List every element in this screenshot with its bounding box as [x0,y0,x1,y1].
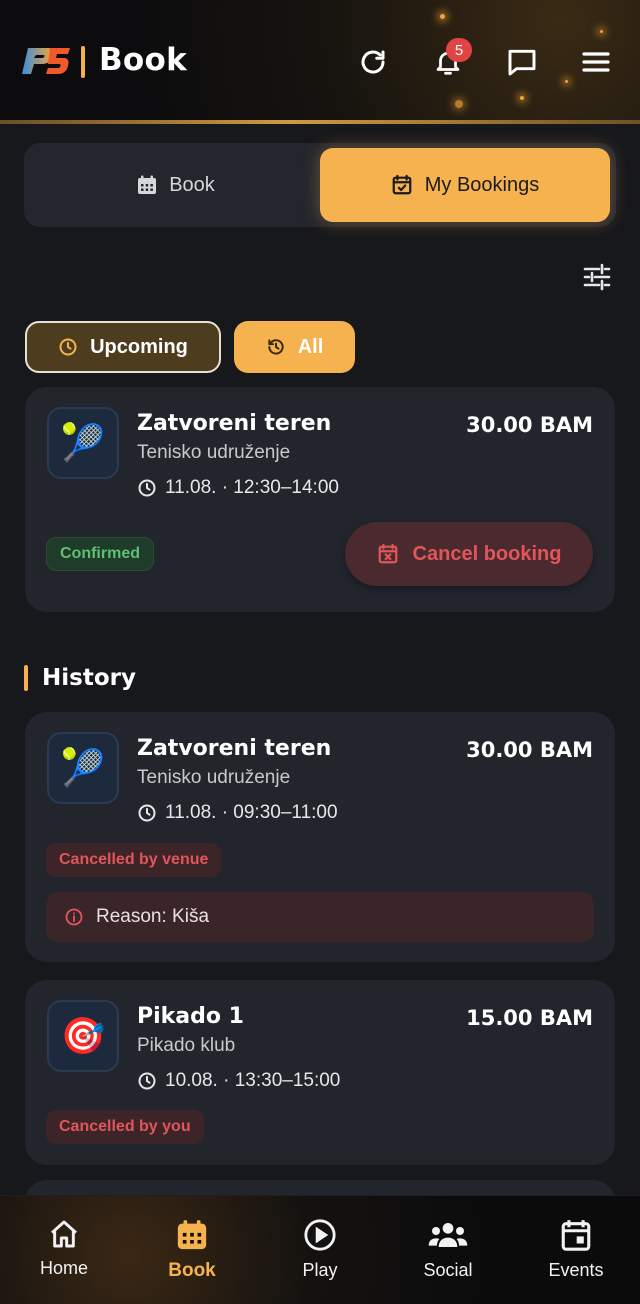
page-title: Book [99,42,188,78]
refresh-button[interactable] [355,44,391,80]
nav-home[interactable]: Home [0,1218,128,1279]
tab-my-bookings[interactable]: My Bookings [320,148,610,222]
refresh-icon [361,50,385,74]
status-badge: Cancelled by venue [46,843,222,877]
calendar-icon [177,1220,207,1250]
nav-play[interactable]: Play [256,1218,384,1281]
booking-venue: Tenisko udruženje [137,442,291,463]
menu-button[interactable] [578,44,614,80]
tennis-icon: 🎾 [47,407,119,479]
filter-chip-upcoming[interactable]: Upcoming [25,321,221,373]
nav-book[interactable]: Book [128,1218,256,1282]
chat-icon [508,49,536,76]
filter-button[interactable] [578,258,616,296]
booking-time-text: 10.08. · 13:30–15:00 [165,1070,341,1091]
booking-title: Zatvoreni teren [137,736,332,761]
nav-social[interactable]: Social [384,1218,512,1281]
calendar-icon [138,175,157,194]
event-icon [561,1220,591,1251]
app-logo[interactable] [20,42,72,80]
booking-time: 11.08. · 09:30–11:00 [137,802,338,824]
darts-icon: 🎯 [47,1000,119,1072]
booking-venue: Tenisko udruženje [137,767,291,788]
nav-events[interactable]: Events [512,1218,640,1281]
clock-icon [138,804,156,822]
section-title-history: History [24,664,136,692]
booking-mode-tabs: Book My Bookings [24,143,616,227]
tennis-icon: 🎾 [47,732,119,804]
logo-divider [81,46,85,78]
booking-price: 15.00 BAM [466,1006,593,1030]
status-badge: Confirmed [46,537,154,571]
header-accent-line [0,120,640,124]
history-icon [268,339,284,355]
cancel-booking-label: Cancel booking [412,542,562,565]
home-icon [51,1220,77,1248]
cancel-reason: Reason: Kiša [46,892,594,942]
clock-icon [138,1072,156,1090]
booking-price: 30.00 BAM [466,413,593,437]
tab-my-bookings-label: My Bookings [424,173,540,196]
clock-icon [59,338,77,356]
booking-card-history[interactable]: 🎯 Pikado 1 Pikado klub 10.08. · 13:30–15… [25,980,615,1165]
nav-home-label: Home [39,1258,88,1278]
filter-chip-all[interactable]: All [234,321,355,373]
booking-time-text: 11.08. · 12:30–14:00 [165,477,339,498]
nav-play-label: Play [302,1260,338,1280]
booking-card-history[interactable]: 🎾 Zatvoreni teren Tenisko udruženje 11.0… [25,712,615,962]
menu-icon [582,52,610,72]
history-title: History [42,665,136,691]
bottom-navigation: Home Book Play Social Events [0,1195,640,1304]
notification-badge: 5 [446,38,472,62]
booking-title: Zatvoreni teren [137,411,332,436]
app-header: Book 5 [0,0,640,124]
nav-events-label: Events [548,1260,604,1280]
nav-book-label: Book [168,1260,216,1281]
cancel-reason-text: Reason: Kiša [96,906,210,927]
clock-icon [138,479,156,497]
status-badge: Cancelled by you [46,1110,204,1144]
info-icon [65,908,83,926]
booking-time: 10.08. · 13:30–15:00 [137,1070,340,1092]
booking-venue: Pikado klub [137,1035,236,1056]
messages-button[interactable] [504,44,540,80]
section-accent-bar [24,665,28,691]
filter-chip-all-label: All [297,335,324,358]
filter-chip-upcoming-label: Upcoming [90,335,188,358]
booking-title: Pikado 1 [137,1004,244,1029]
cancel-booking-button[interactable]: Cancel booking [345,522,593,586]
calendar-x-icon [378,543,397,564]
tab-book[interactable]: Book [34,148,318,222]
sliders-icon [583,263,611,291]
calendar-check-icon [392,174,412,195]
booking-time-text: 11.08. · 09:30–11:00 [165,802,338,823]
tab-book-label: Book [169,173,215,196]
booking-card-upcoming[interactable]: 🎾 Zatvoreni teren Tenisko udruženje 11.0… [25,387,615,612]
people-icon [428,1223,468,1247]
nav-social-label: Social [423,1260,473,1280]
play-icon [304,1219,336,1251]
booking-time: 11.08. · 12:30–14:00 [137,477,339,499]
booking-price: 30.00 BAM [466,738,593,762]
